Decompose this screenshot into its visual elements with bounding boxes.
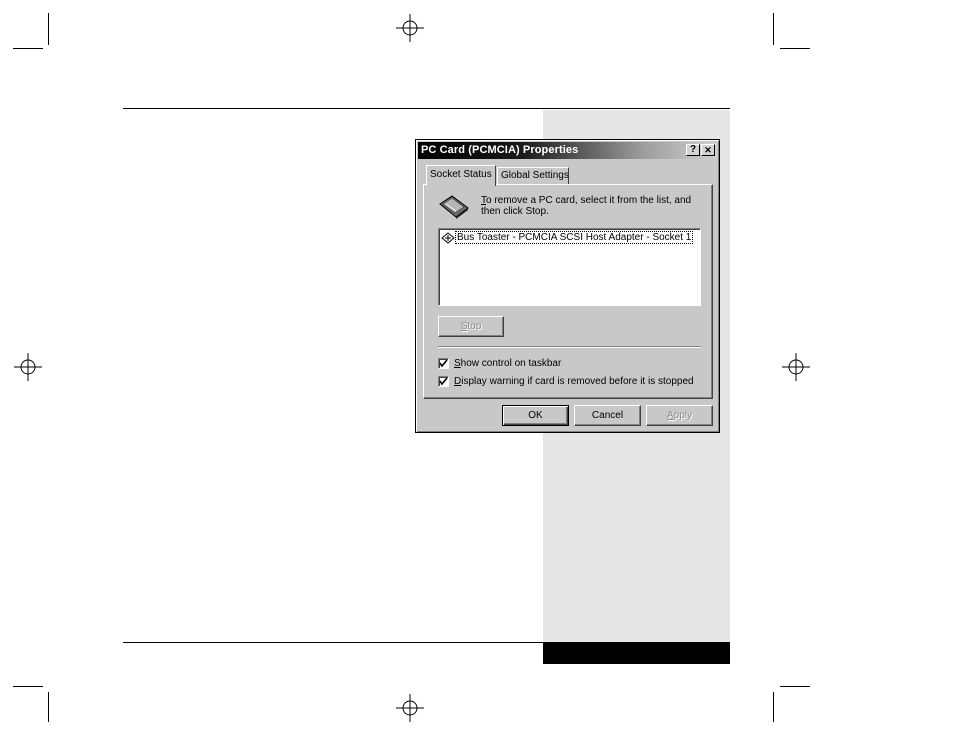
show-control-mnemonic: S: [454, 358, 461, 369]
apply-label: pply: [673, 410, 693, 421]
close-button[interactable]: ✕: [701, 144, 715, 156]
close-icon: ✕: [704, 145, 712, 155]
registration-mark-top: [396, 14, 424, 42]
cancel-button[interactable]: Cancel: [574, 405, 641, 426]
crop-mark-br-h: [780, 686, 810, 687]
page-top-rule: [123, 108, 730, 109]
scsi-adapter-icon: [441, 232, 455, 244]
dialog-titlebar[interactable]: PC Card (PCMCIA) Properties ? ✕: [418, 142, 717, 159]
display-warning-label: Display warning if card is removed befor…: [454, 375, 694, 388]
instruction-text: o remove a PC card, select it from the l…: [481, 195, 692, 217]
pc-card-icon: [439, 195, 469, 219]
tab-socket-status[interactable]: Socket Status: [426, 165, 496, 186]
ok-button[interactable]: OK: [502, 405, 569, 426]
checkmark-icon: [439, 377, 448, 386]
checkmark-icon: [439, 359, 448, 368]
help-button[interactable]: ?: [686, 144, 700, 156]
page-footer-bar: [543, 643, 730, 664]
crop-mark-tl-v: [48, 13, 49, 45]
show-control-label: Show control on taskbar: [454, 357, 561, 370]
apply-mnemonic: A: [666, 410, 674, 421]
remove-instructions: To remove a PC card, select it from the …: [481, 195, 706, 217]
section-divider: [438, 346, 701, 348]
registration-mark-left: [14, 353, 42, 381]
show-control-text: how control on taskbar: [460, 358, 562, 369]
crop-mark-bl-v: [48, 692, 49, 722]
display-warning-checkbox[interactable]: [438, 376, 449, 387]
apply-button[interactable]: Apply: [646, 405, 713, 426]
crop-mark-br-v: [773, 692, 774, 722]
crop-mark-bl-h: [13, 686, 43, 687]
stop-label: top: [467, 321, 482, 332]
registration-mark-bottom: [396, 694, 424, 722]
crop-mark-tr-h: [780, 48, 810, 49]
crop-mark-tr-v: [773, 13, 774, 45]
list-item-label: Bus Toaster - PCMCIA SCSI Host Adapter -…: [455, 231, 694, 244]
tab-global-settings[interactable]: Global Settings: [497, 167, 569, 184]
registration-mark-right: [782, 353, 810, 381]
socket-status-panel: To remove a PC card, select it from the …: [423, 184, 713, 399]
show-control-checkbox[interactable]: [438, 358, 449, 369]
crop-mark-tl-h: [13, 48, 43, 49]
pc-card-device-list[interactable]: Bus Toaster - PCMCIA SCSI Host Adapter -…: [438, 228, 701, 306]
display-warning-text: isplay warning if card is removed before…: [461, 376, 694, 387]
pc-card-properties-dialog: PC Card (PCMCIA) Properties ? ✕ Socket S…: [415, 139, 720, 433]
dialog-title: PC Card (PCMCIA) Properties: [421, 144, 579, 156]
stop-button[interactable]: Stop: [438, 316, 504, 337]
